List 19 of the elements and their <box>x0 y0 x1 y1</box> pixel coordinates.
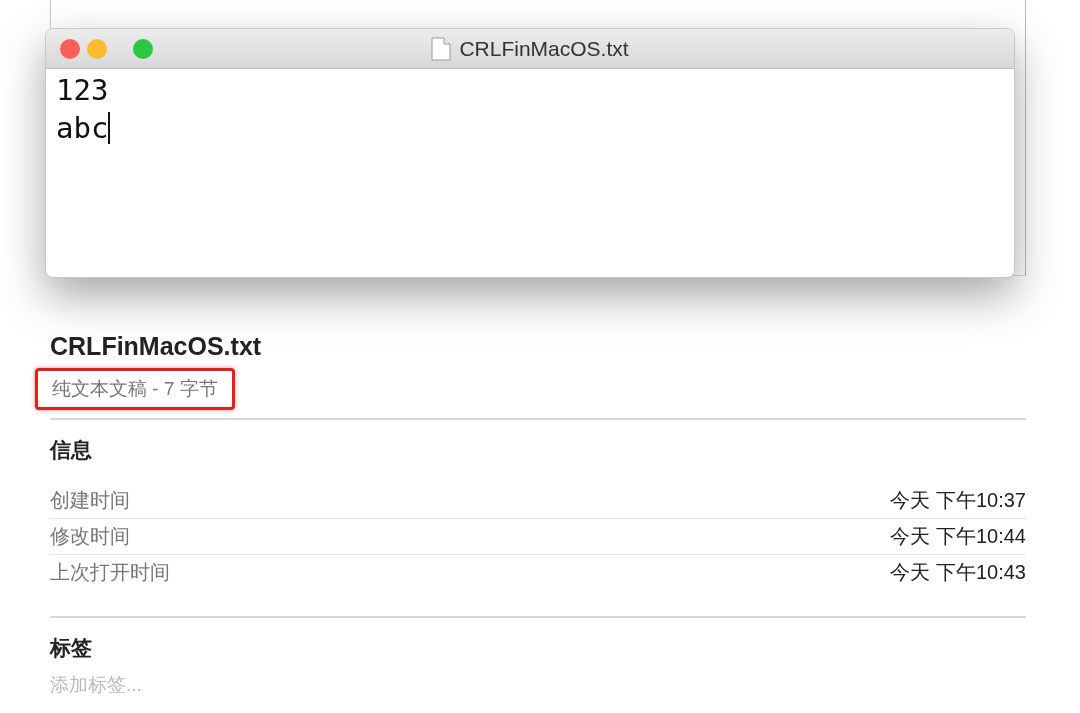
zoom-button[interactable] <box>133 39 153 59</box>
text-cursor <box>108 112 111 144</box>
section-heading: 标签 <box>50 634 93 661</box>
file-name: CRLFinMacOS.txt <box>50 331 263 362</box>
info-value: 今天 下午10:37 <box>890 487 1026 513</box>
window-title: CRLFinMacOS.txt <box>459 35 629 62</box>
document-icon <box>431 36 452 61</box>
text-line: abc <box>56 111 109 145</box>
text-line: 123 <box>56 73 109 107</box>
minimize-button[interactable] <box>87 39 107 59</box>
section-heading: 信息 <box>50 437 93 463</box>
close-button[interactable] <box>60 39 80 59</box>
info-value: 今天 下午10:44 <box>890 524 1026 549</box>
add-tag-field[interactable]: 添加标签... <box>50 671 1026 700</box>
info-label: 创建时间 <box>50 487 130 513</box>
info-label: 修改时间 <box>50 524 130 549</box>
info-label: 上次打开时间 <box>50 560 170 585</box>
info-value: 今天 下午10:43 <box>890 560 1026 585</box>
file-kind-size: 纯文本文稿 - 7 字节 <box>35 367 235 410</box>
